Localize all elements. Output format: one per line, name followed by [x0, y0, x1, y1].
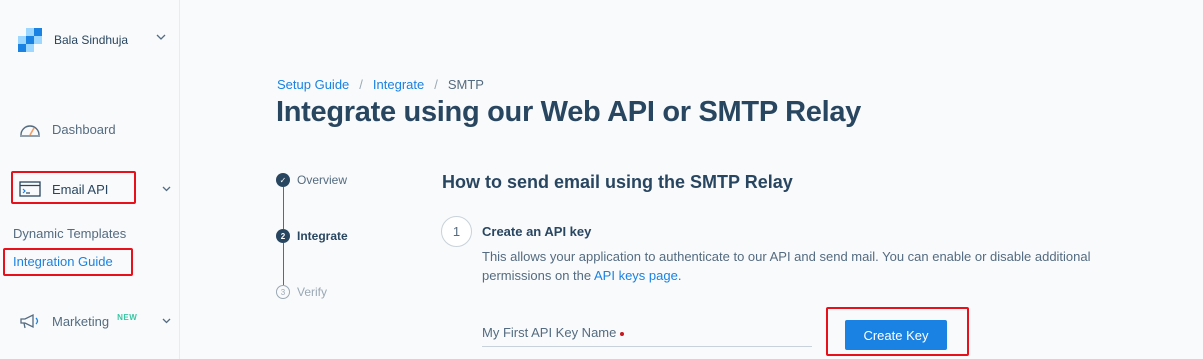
step-description: This allows your application to authenti…: [482, 247, 1132, 285]
megaphone-icon: [18, 311, 42, 331]
sidebar-item-label: Dashboard: [52, 121, 116, 137]
chevron-down-icon[interactable]: [162, 316, 171, 327]
api-key-name-field: [482, 320, 812, 347]
sidebar-item-email-api[interactable]: Email API: [18, 179, 108, 199]
sendgrid-logo-icon: [18, 28, 42, 52]
sidebar-item-marketing[interactable]: Marketing NEW: [18, 311, 137, 331]
new-badge: NEW: [117, 312, 138, 322]
breadcrumb-separator: /: [359, 77, 363, 92]
api-keys-page-link[interactable]: API keys page: [594, 268, 678, 283]
step-description-text: .: [677, 268, 682, 283]
step-number: 3: [276, 285, 290, 299]
chevron-down-icon[interactable]: [162, 184, 171, 195]
sidebar-item-label: Marketing: [52, 313, 110, 329]
account-name: Bala Sindhuja: [54, 33, 129, 47]
create-key-button[interactable]: Create Key: [845, 320, 947, 350]
step-label: Overview: [297, 173, 348, 187]
breadcrumb-separator: /: [434, 77, 438, 92]
step-number: 2: [276, 229, 290, 243]
sidebar-item-integration-guide[interactable]: Integration Guide: [13, 254, 113, 269]
step-integrate[interactable]: 2 Integrate: [276, 229, 348, 243]
page-title: Integrate using our Web API or SMTP Rela…: [276, 96, 861, 128]
chevron-down-icon[interactable]: [156, 32, 166, 43]
stepper-connector: [283, 187, 284, 229]
stepper-connector: [283, 243, 284, 285]
breadcrumb-setup-guide[interactable]: Setup Guide: [277, 77, 349, 92]
step-verify: 3 Verify: [276, 285, 327, 299]
breadcrumb-integrate[interactable]: Integrate: [373, 77, 424, 92]
gauge-icon: [18, 119, 42, 139]
section-title: How to send email using the SMTP Relay: [442, 172, 793, 192]
code-window-icon: [18, 179, 42, 199]
sidebar-item-dashboard[interactable]: Dashboard: [18, 119, 116, 139]
sidebar-item-label: Email API: [52, 181, 109, 197]
step-description-text: This allows your application to authenti…: [482, 249, 1091, 283]
check-icon: ✓: [276, 173, 290, 187]
sidebar: Bala Sindhuja Dashboard Email API Dynami…: [0, 0, 180, 359]
step-heading: Create an API key: [482, 224, 592, 239]
sidebar-item-dynamic-templates[interactable]: Dynamic Templates: [13, 226, 126, 241]
required-indicator: [620, 332, 624, 336]
step-label: Integrate: [297, 229, 348, 243]
step-overview[interactable]: ✓ Overview: [276, 173, 347, 187]
account-switcher[interactable]: Bala Sindhuja: [18, 28, 128, 52]
api-key-name-input[interactable]: [482, 320, 812, 340]
breadcrumb-current: SMTP: [447, 77, 484, 92]
step-label: Verify: [297, 285, 328, 299]
breadcrumb: Setup Guide / Integrate / SMTP: [277, 77, 484, 92]
step-number-badge: 1: [441, 216, 472, 247]
